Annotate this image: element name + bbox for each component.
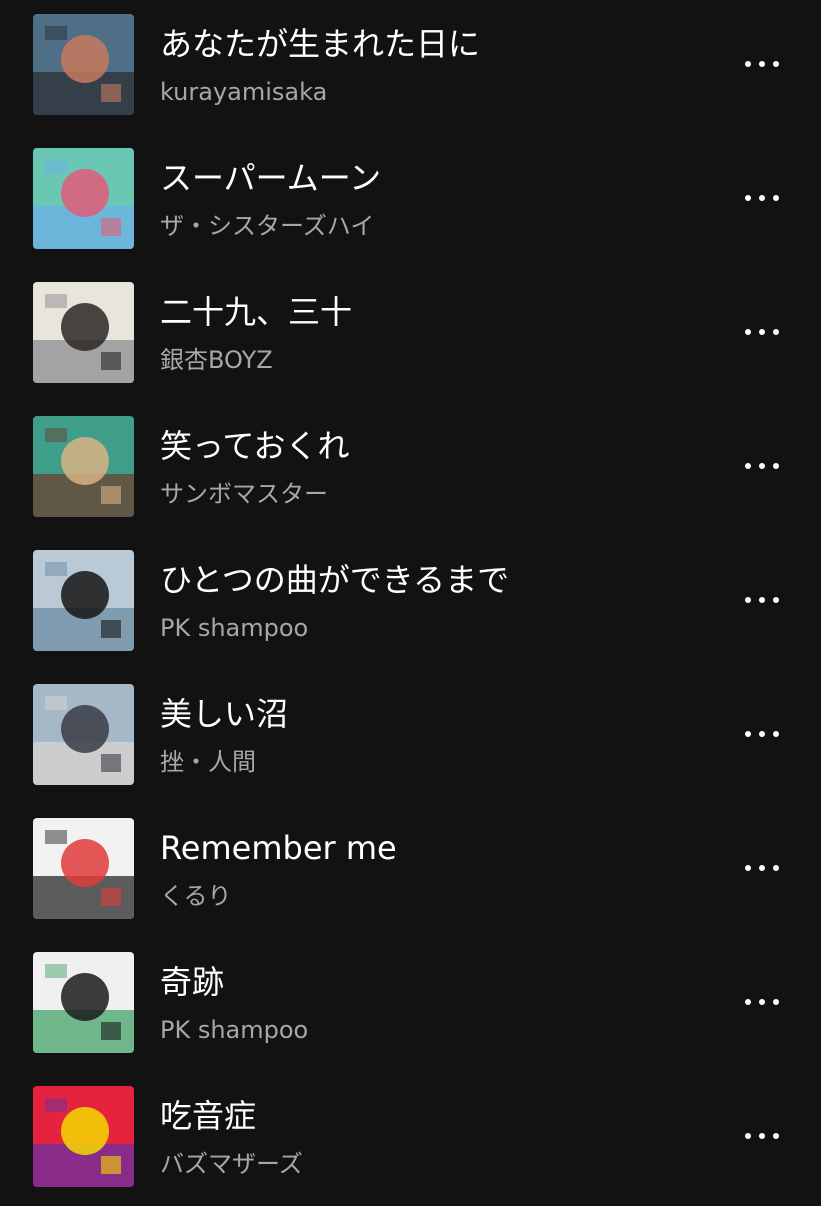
track-artist[interactable]: バズマザーズ [160, 1148, 303, 1180]
track-artist[interactable]: サンボマスター [160, 478, 328, 510]
more-options-icon[interactable] [730, 306, 794, 358]
track-title: あなたが生まれた日に [160, 25, 481, 63]
track-title: 二十九、三十 [160, 293, 353, 331]
track-artist[interactable]: 挫・人間 [160, 746, 256, 778]
track-title: ひとつの曲ができるまで [160, 561, 510, 599]
track-row[interactable]: 笑っておくれサンボマスター [0, 402, 821, 536]
album-art [33, 952, 134, 1053]
track-artist[interactable]: 銀杏BOYZ [160, 344, 273, 376]
track-title: 吃音症 [160, 1097, 257, 1135]
more-options-icon[interactable] [730, 38, 794, 90]
more-options-icon[interactable] [730, 708, 794, 760]
track-row[interactable]: あなたが生まれた日に kurayamisaka [0, 0, 821, 134]
album-art [33, 818, 134, 919]
track-row[interactable]: ひとつの曲ができるまで PK shampoo [0, 536, 821, 670]
track-list: あなたが生まれた日に kurayamisaka スーパームーンザ・シスターズハイ二十… [0, 0, 821, 1200]
track-title: 笑っておくれ [160, 427, 350, 465]
album-art [33, 684, 134, 785]
track-row[interactable]: 二十九、三十銀杏BOYZ [0, 268, 821, 402]
track-title: 奇跡 [160, 963, 225, 1001]
track-title: スーパームーン [160, 159, 382, 197]
album-art [33, 282, 134, 383]
track-artist[interactable]: PK shampoo [160, 1014, 308, 1046]
album-art [33, 416, 134, 517]
album-art [33, 148, 134, 249]
track-title: Remember me [160, 829, 397, 867]
track-row[interactable]: 美しい沼 挫・人間 [0, 670, 821, 804]
track-artist[interactable]: くるり [160, 880, 232, 912]
more-options-icon[interactable] [730, 976, 794, 1028]
track-row[interactable]: 奇跡 PK shampoo [0, 938, 821, 1072]
track-artist[interactable]: PK shampoo [160, 612, 308, 644]
track-row[interactable]: 吃音症 バズマザーズ [0, 1072, 821, 1206]
more-options-icon[interactable] [730, 172, 794, 224]
track-row[interactable]: スーパームーンザ・シスターズハイ [0, 134, 821, 268]
more-options-icon[interactable] [730, 440, 794, 492]
track-artist[interactable]: ザ・シスターズハイ [160, 210, 374, 242]
track-row[interactable]: Remember me くるり [0, 804, 821, 938]
album-art [33, 1086, 134, 1187]
more-options-icon[interactable] [730, 842, 794, 894]
album-art [33, 550, 134, 651]
track-artist[interactable]: kurayamisaka [160, 76, 327, 108]
track-title: 美しい沼 [160, 695, 289, 733]
more-options-icon[interactable] [730, 574, 794, 626]
album-art [33, 14, 134, 115]
more-options-icon[interactable] [730, 1110, 794, 1162]
